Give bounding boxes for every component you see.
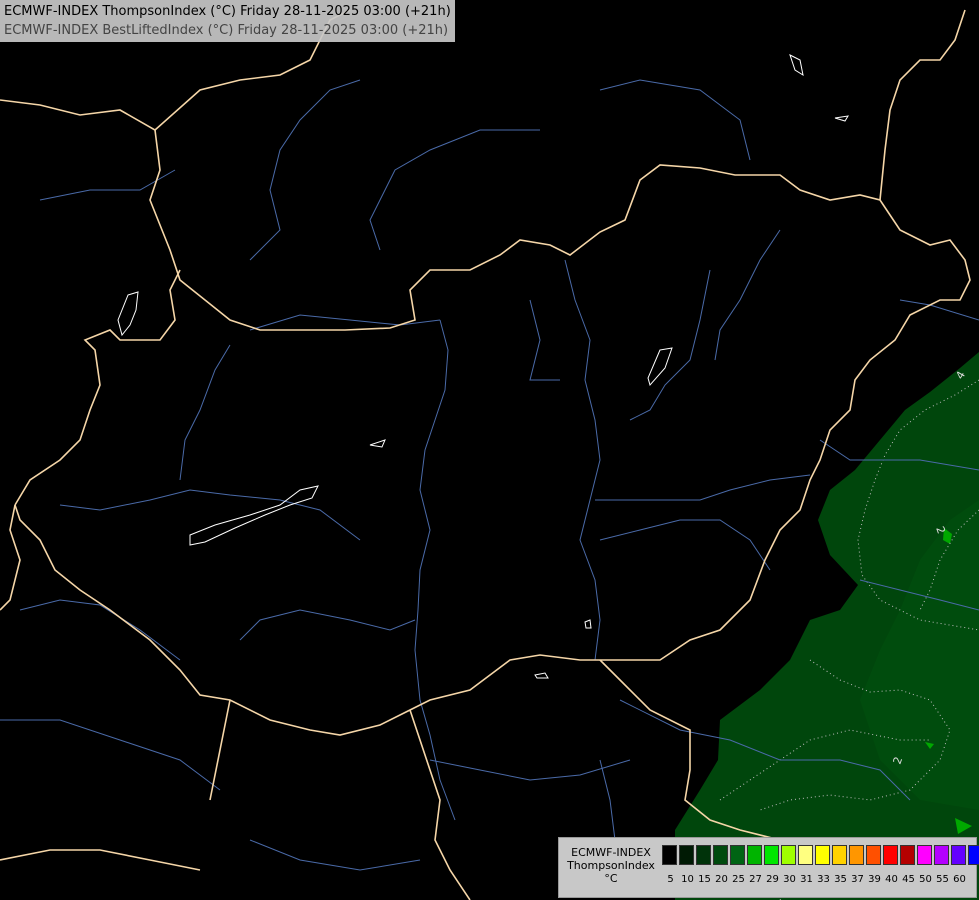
- legend-tick-label: 20: [715, 874, 728, 885]
- legend-swatch: [815, 845, 830, 865]
- legend-tick-label: 10: [681, 874, 694, 885]
- legend-tick-label: 31: [800, 874, 813, 885]
- map-title-secondary: ECMWF-INDEX BestLiftedIndex (°C) Friday …: [4, 23, 449, 38]
- legend-swatch: [730, 845, 745, 865]
- legend-swatch: [747, 845, 762, 865]
- legend-swatch: [849, 845, 864, 865]
- color-legend: ECMWF-INDEX ThompsonIndex °C 5 10 15 20 25 27…: [558, 837, 979, 898]
- legend-tick-label: 15: [698, 874, 711, 885]
- weather-map: 4 2 2: [0, 0, 979, 900]
- legend-swatch: [934, 845, 949, 865]
- legend-tick-label: 37: [851, 874, 864, 885]
- legend-tick-label: 33: [817, 874, 830, 885]
- legend-label: ECMWF-INDEX ThompsonIndex °C: [565, 846, 657, 885]
- legend-tick-label: 50: [919, 874, 932, 885]
- legend-label-variable: ThompsonIndex: [567, 859, 655, 872]
- legend-swatch: [866, 845, 881, 865]
- legend-swatch: [832, 845, 847, 865]
- legend-swatch: [900, 845, 915, 865]
- legend-swatch: [951, 845, 966, 865]
- legend-swatch: [917, 845, 932, 865]
- legend-swatch: [798, 845, 813, 865]
- legend-tick-label: 35: [834, 874, 847, 885]
- legend-swatches: [662, 845, 979, 865]
- legend-swatch: [713, 845, 728, 865]
- legend-swatch: [662, 845, 677, 865]
- legend-tick-label: 27: [749, 874, 762, 885]
- legend-swatch: [781, 845, 796, 865]
- legend-tick-label: 55: [936, 874, 949, 885]
- legend-label-unit: °C: [604, 872, 618, 885]
- legend-swatch: [883, 845, 898, 865]
- legend-swatch: [764, 845, 779, 865]
- legend-swatch: [679, 845, 694, 865]
- legend-tick-label: 30: [783, 874, 796, 885]
- legend-swatch: [968, 845, 979, 865]
- legend-tick-label: 29: [766, 874, 779, 885]
- legend-tick-label: 25: [732, 874, 745, 885]
- legend-ticks: 5 10 15 20 25 27 29 30 31 33 35 37 39 40 45 50 55 60: [662, 874, 968, 885]
- legend-swatch: [696, 845, 711, 865]
- map-title-primary: ECMWF-INDEX ThompsonIndex (°C) Friday 28…: [4, 4, 451, 19]
- legend-label-model: ECMWF-INDEX: [571, 846, 651, 859]
- map-title-box: ECMWF-INDEX ThompsonIndex (°C) Friday 28…: [0, 0, 455, 42]
- legend-tick-label: 45: [902, 874, 915, 885]
- legend-tick-label: 40: [885, 874, 898, 885]
- legend-tick-label: 5: [667, 874, 674, 885]
- legend-tick-label: 39: [868, 874, 881, 885]
- legend-tick-label: 60: [953, 874, 966, 885]
